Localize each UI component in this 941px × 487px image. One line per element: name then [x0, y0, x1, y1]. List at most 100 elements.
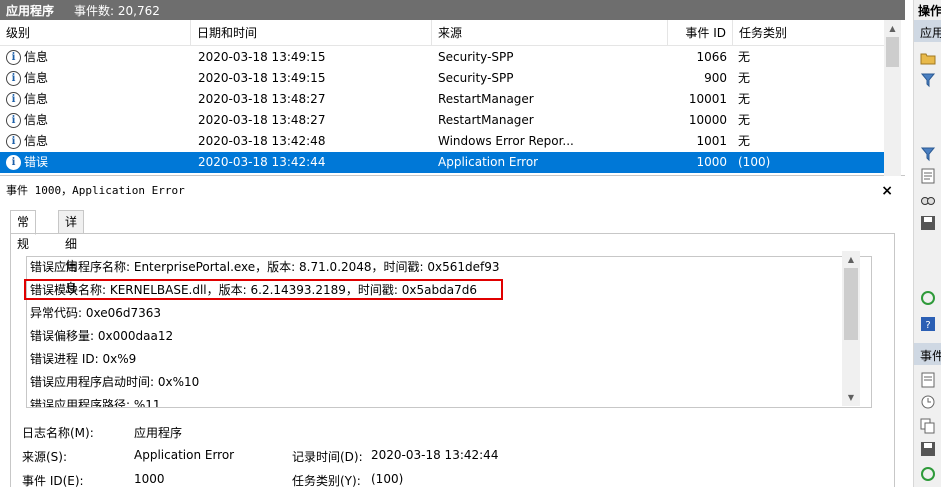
row-level: 错误	[24, 155, 49, 169]
event-row[interactable]: i 信息 2020-03-18 13:42:48 Windows Error R…	[0, 131, 884, 152]
log-name: 应用程序	[6, 4, 55, 18]
event-id-value: 1000	[134, 472, 165, 486]
log-title-bar: 应用程序 事件数: 20,762	[0, 0, 905, 20]
attach-task-icon[interactable]	[920, 394, 936, 410]
event-row[interactable]: i 信息 2020-03-18 13:48:27 RestartManager …	[0, 110, 884, 131]
row-event-id: 1001	[696, 134, 727, 148]
description-scrollbar[interactable]: ▲ ▼	[842, 251, 860, 406]
row-source: Security-SPP	[438, 50, 514, 64]
help-icon[interactable]: ?	[920, 316, 936, 332]
row-level: 信息	[24, 134, 49, 148]
info-icon: i	[6, 113, 21, 128]
row-datetime: 2020-03-18 13:49:15	[198, 50, 326, 64]
row-datetime: 2020-03-18 13:42:44	[198, 155, 326, 169]
highlight-box	[24, 279, 503, 300]
column-level[interactable]: 级别	[0, 20, 190, 46]
column-datetime[interactable]: 日期和时间	[190, 20, 431, 46]
pane-splitter[interactable]	[905, 0, 913, 487]
event-list-scrollbar[interactable]: ▲	[884, 20, 901, 176]
event-count: 事件数: 20,762	[74, 4, 160, 18]
event-row-selected[interactable]: i 错误 2020-03-18 13:42:44 Application Err…	[0, 152, 884, 173]
row-datetime: 2020-03-18 13:42:48	[198, 134, 326, 148]
refresh-icon[interactable]	[920, 290, 936, 306]
close-icon[interactable]: ×	[881, 180, 893, 202]
actions-section-app[interactable]: 应用	[914, 20, 941, 42]
actions-header: 操作	[914, 0, 941, 18]
copy-icon[interactable]	[920, 418, 936, 434]
properties-icon[interactable]	[920, 168, 936, 184]
recorded-value: 2020-03-18 13:42:44	[371, 448, 499, 462]
row-event-id: 10001	[688, 92, 727, 106]
svg-text:?: ?	[925, 320, 930, 331]
scroll-down-arrow[interactable]: ▼	[842, 389, 860, 406]
row-event-id: 1066	[696, 50, 727, 64]
refresh-event-icon[interactable]	[920, 466, 936, 482]
info-icon: i	[6, 134, 21, 149]
find-icon[interactable]	[920, 192, 936, 208]
info-icon: i	[6, 71, 21, 86]
actions-pane: 操作 应用 ? 事件	[913, 0, 941, 487]
row-task: 无	[738, 92, 751, 106]
row-event-id: 1000	[696, 155, 727, 169]
info-icon: i	[6, 50, 21, 65]
row-source: RestartManager	[438, 92, 534, 106]
filter-clear-icon[interactable]	[920, 146, 936, 162]
event-id-label: 事件 ID(E):	[22, 474, 84, 487]
event-row[interactable]: i 信息 2020-03-18 13:49:15 Security-SPP 10…	[0, 47, 884, 68]
open-folder-icon[interactable]	[920, 50, 936, 66]
row-level: 信息	[24, 71, 49, 85]
detail-title: 事件 1000，Application Error	[6, 184, 185, 197]
scroll-up-arrow[interactable]: ▲	[842, 251, 860, 268]
source-value: Application Error	[134, 448, 235, 462]
tab-general[interactable]: 常规	[10, 210, 37, 251]
description-line: 错误应用程序启动时间: 0x%10	[30, 375, 200, 389]
task-category-value: (100)	[371, 472, 404, 486]
row-task: 无	[738, 134, 751, 148]
description-line: 错误应用程序名称: EnterprisePortal.exe，版本: 8.71.…	[30, 260, 500, 274]
save-selected-icon[interactable]	[920, 441, 936, 457]
column-task-category[interactable]: 任务类别	[732, 20, 884, 46]
column-source[interactable]: 来源	[431, 20, 667, 46]
description-line: 错误进程 ID: 0x%9	[30, 352, 137, 366]
row-event-id: 900	[704, 71, 727, 85]
event-row[interactable]: i 信息 2020-03-18 13:49:15 Security-SPP 90…	[0, 68, 884, 89]
row-event-id: 10000	[688, 113, 727, 127]
scroll-up-arrow[interactable]: ▲	[884, 20, 901, 37]
column-header-row: 级别 日期和时间 来源 事件 ID 任务类别	[0, 20, 884, 46]
source-label: 来源(S):	[22, 450, 68, 464]
info-icon: i	[6, 92, 21, 107]
row-level: 信息	[24, 92, 49, 106]
row-task: 无	[738, 113, 751, 127]
row-datetime: 2020-03-18 13:48:27	[198, 113, 326, 127]
row-source: Security-SPP	[438, 71, 514, 85]
row-task: 无	[738, 71, 751, 85]
row-task: 无	[738, 50, 751, 64]
save-icon[interactable]	[920, 215, 936, 231]
column-event-id[interactable]: 事件 ID	[667, 20, 732, 46]
row-source: Application Error	[438, 155, 539, 169]
row-level: 信息	[24, 50, 49, 64]
row-datetime: 2020-03-18 13:48:27	[198, 92, 326, 106]
row-task: (100)	[738, 155, 771, 169]
log-name-value: 应用程序	[134, 426, 183, 440]
scroll-thumb[interactable]	[886, 37, 899, 67]
log-name-label: 日志名称(M):	[22, 426, 94, 440]
event-detail-pane: 事件 1000，Application Error × 常规 详细信息 错误应用…	[0, 180, 905, 487]
row-source: RestartManager	[438, 113, 534, 127]
actions-section-event[interactable]: 事件	[914, 343, 941, 365]
tab-details[interactable]: 详细信息	[58, 210, 85, 295]
row-level: 信息	[24, 113, 49, 127]
filter-icon[interactable]	[920, 72, 936, 88]
event-row[interactable]: i 信息 2020-03-18 13:48:27 RestartManager …	[0, 89, 884, 110]
task-category-label: 任务类别(Y):	[292, 474, 361, 487]
event-properties-icon[interactable]	[920, 372, 936, 388]
row-datetime: 2020-03-18 13:49:15	[198, 71, 326, 85]
row-source: Windows Error Repor...	[438, 134, 574, 148]
event-list: 级别 日期和时间 来源 事件 ID 任务类别 i 信息 2020-03-18 1…	[0, 20, 905, 176]
recorded-label: 记录时间(D):	[292, 450, 363, 464]
description-line: 异常代码: 0xe06d7363	[30, 306, 162, 320]
scroll-thumb[interactable]	[844, 268, 858, 340]
description-line: 错误应用程序路径: %11	[30, 398, 161, 408]
description-line: 错误偏移量: 0x000daa12	[30, 329, 174, 343]
error-icon: i	[6, 155, 21, 170]
